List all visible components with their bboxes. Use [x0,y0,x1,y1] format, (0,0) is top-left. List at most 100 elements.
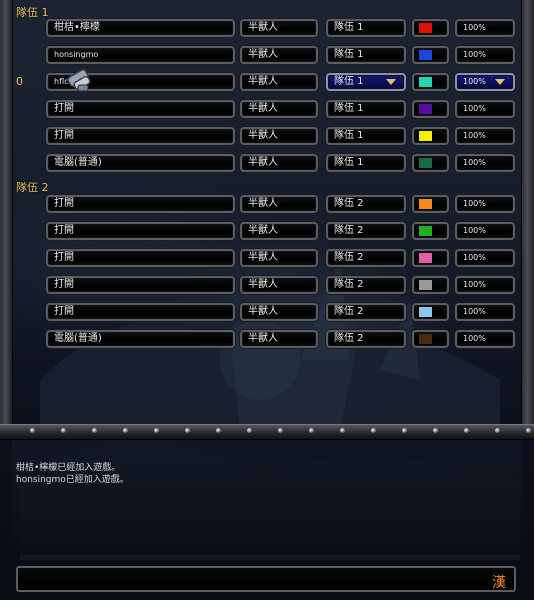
team-dropdown-label: 隊伍 2 [334,198,364,209]
rivet [464,428,469,433]
handicap-label: 100% [463,334,486,343]
race-dropdown[interactable]: 半獸人 [240,195,318,213]
team-dropdown[interactable]: 隊伍 1 [326,46,406,64]
player-name-dropdown[interactable]: 柑桔•檸檬 [46,19,235,37]
ime-indicator: 漢 [492,575,506,591]
left-frame [0,0,13,430]
color-dropdown[interactable] [412,249,449,267]
handicap-dropdown[interactable]: 100% [455,154,515,172]
race-dropdown[interactable]: 半獸人 [240,222,318,240]
handicap-dropdown[interactable]: 100% [455,73,515,91]
race-dropdown[interactable]: 半獸人 [240,154,318,172]
color-dropdown[interactable] [412,100,449,118]
chat-input[interactable]: 漢 [16,566,516,592]
color-dropdown[interactable] [412,303,449,321]
player-name-dropdown[interactable]: 打開 [46,222,235,240]
rivet [92,428,97,433]
panel-divider [0,424,534,440]
team-dropdown-label: 隊伍 1 [334,49,364,60]
player-name-dropdown[interactable]: 打開 [46,276,235,294]
team-dropdown-label: 隊伍 2 [334,306,364,317]
color-dropdown[interactable] [412,330,449,348]
rivet [247,428,252,433]
race-dropdown[interactable]: 半獸人 [240,303,318,321]
rivet [433,428,438,433]
player-name-dropdown[interactable]: honsingmo [46,46,235,64]
player-name-dropdown[interactable]: 電腦(普通) [46,154,235,172]
rivet [495,428,500,433]
rivet [61,428,66,433]
team-dropdown[interactable]: 隊伍 2 [326,249,406,267]
race-dropdown[interactable]: 半獸人 [240,276,318,294]
race-dropdown[interactable]: 半獸人 [240,73,318,91]
rivet [216,428,221,433]
chevron-down-icon [495,79,505,85]
color-dropdown[interactable] [412,73,449,91]
player-name-dropdown[interactable]: 打開 [46,100,235,118]
handicap-label: 100% [463,77,486,86]
team-dropdown[interactable]: 隊伍 1 [326,154,406,172]
handicap-dropdown[interactable]: 100% [455,303,515,321]
slot-number: 0 [16,75,23,88]
handicap-dropdown[interactable]: 100% [455,46,515,64]
handicap-dropdown[interactable]: 100% [455,127,515,145]
player-name-dropdown[interactable]: 電腦(普通) [46,330,235,348]
chevron-down-icon [386,79,396,85]
player-name-dropdown[interactable]: 打開 [46,249,235,267]
color-dropdown[interactable] [412,46,449,64]
handicap-dropdown[interactable]: 100% [455,249,515,267]
team-dropdown-label: 隊伍 2 [334,225,364,236]
color-swatch [419,199,432,209]
color-dropdown[interactable] [412,19,449,37]
color-swatch [419,50,432,60]
color-dropdown[interactable] [412,195,449,213]
team-dropdown[interactable]: 隊伍 2 [326,276,406,294]
team-dropdown[interactable]: 隊伍 2 [326,330,406,348]
race-dropdown[interactable]: 半獸人 [240,330,318,348]
color-dropdown[interactable] [412,154,449,172]
chat-log: 柑桔•檸檬已經加入遊戲。 honsingmo已經加入遊戲。 [12,440,522,555]
handicap-dropdown[interactable]: 100% [455,100,515,118]
right-frame [521,0,534,430]
handicap-dropdown[interactable]: 100% [455,19,515,37]
team-dropdown[interactable]: 隊伍 1 [326,19,406,37]
color-swatch [419,253,432,263]
color-swatch [419,334,432,344]
team-dropdown-label: 隊伍 1 [334,130,364,141]
team-dropdown[interactable]: 隊伍 1 [326,73,406,91]
team-dropdown-label: 隊伍 1 [334,103,364,114]
chat-message: honsingmo已經加入遊戲。 [16,475,129,485]
race-dropdown[interactable]: 半獸人 [240,127,318,145]
player-name-dropdown[interactable]: 打開 [46,303,235,321]
team-dropdown-label: 隊伍 1 [334,157,364,168]
team-dropdown[interactable]: 隊伍 2 [326,303,406,321]
color-swatch [419,158,432,168]
team-dropdown[interactable]: 隊伍 1 [326,100,406,118]
handicap-dropdown[interactable]: 100% [455,195,515,213]
color-swatch [419,280,432,290]
color-dropdown[interactable] [412,222,449,240]
rivet [309,428,314,433]
team-label: 隊伍 1 [16,6,49,19]
color-dropdown[interactable] [412,127,449,145]
color-dropdown[interactable] [412,276,449,294]
rivet [278,428,283,433]
handicap-label: 100% [463,23,486,32]
handicap-dropdown[interactable]: 100% [455,222,515,240]
race-dropdown[interactable]: 半獸人 [240,100,318,118]
team-dropdown[interactable]: 隊伍 2 [326,195,406,213]
race-dropdown[interactable]: 半獸人 [240,46,318,64]
rivet [402,428,407,433]
player-name-dropdown[interactable]: 打開 [46,127,235,145]
player-name-dropdown[interactable]: 打開 [46,195,235,213]
rivet [526,428,531,433]
team-dropdown[interactable]: 隊伍 2 [326,222,406,240]
team-dropdown[interactable]: 隊伍 1 [326,127,406,145]
handicap-dropdown[interactable]: 100% [455,330,515,348]
handicap-dropdown[interactable]: 100% [455,276,515,294]
color-swatch [419,226,432,236]
rivet [340,428,345,433]
race-dropdown[interactable]: 半獸人 [240,19,318,37]
race-dropdown[interactable]: 半獸人 [240,249,318,267]
rivet [30,428,35,433]
